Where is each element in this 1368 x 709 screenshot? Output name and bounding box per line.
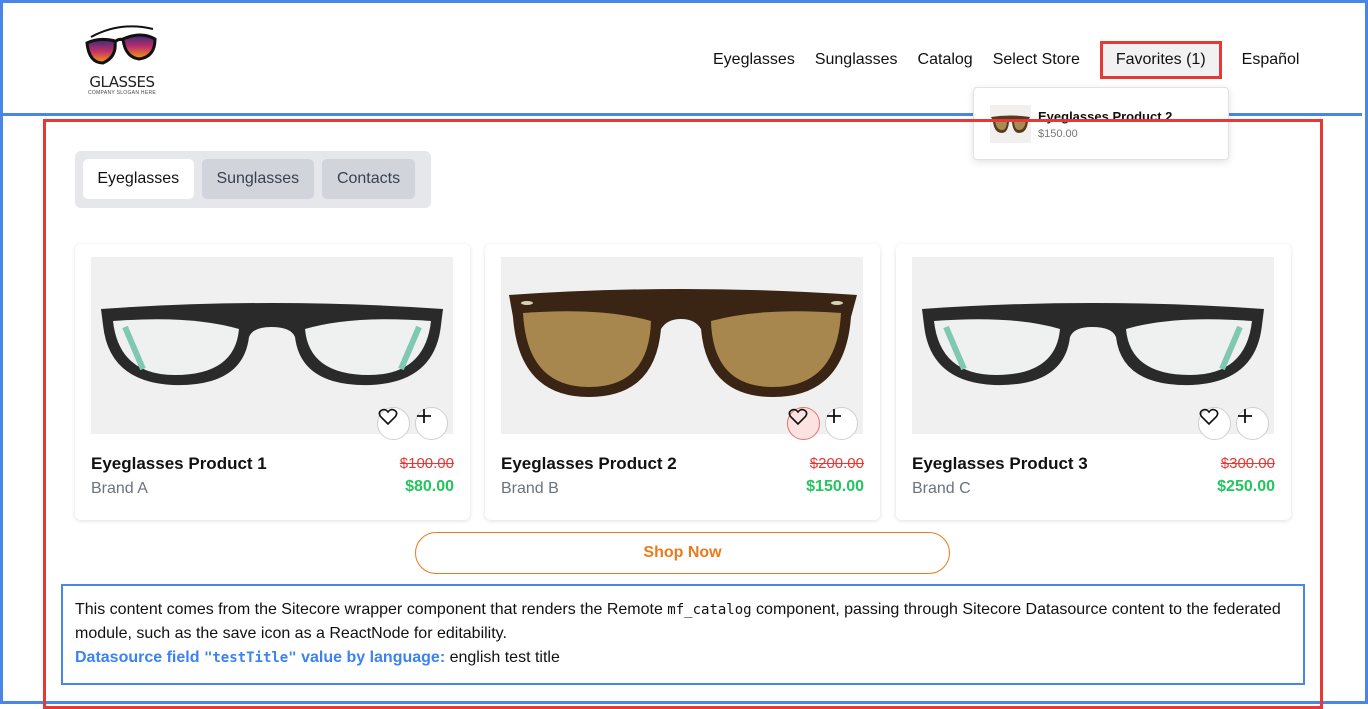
catalog-section: Eyeglasses Sunglasses Contacts Eyeglasse… bbox=[43, 119, 1323, 709]
datasource-label: Datasource field "testTitle" value by la… bbox=[75, 649, 445, 666]
product-title[interactable]: Eyeglasses Product 1 bbox=[91, 454, 267, 474]
product-old-price: $100.00 bbox=[399, 455, 454, 472]
category-tabs: Eyeglasses Sunglasses Contacts bbox=[75, 151, 431, 208]
product-price: $250.00 bbox=[1217, 478, 1275, 495]
product-card[interactable]: Eyeglasses Product 1 Brand A $100.00 $80… bbox=[75, 244, 470, 520]
info-text-before: This content comes from the Sitecore wra… bbox=[75, 601, 668, 618]
add-to-cart-button[interactable] bbox=[1236, 407, 1269, 440]
nav-sunglasses[interactable]: Sunglasses bbox=[815, 51, 898, 69]
product-image[interactable] bbox=[912, 257, 1274, 440]
product-brand: Brand C bbox=[912, 480, 971, 497]
logo-slogan: COMPANY SLOGAN HERE bbox=[87, 90, 157, 96]
nav-catalog[interactable]: Catalog bbox=[918, 51, 973, 69]
tab-eyeglasses[interactable]: Eyeglasses bbox=[83, 159, 194, 199]
product-image[interactable] bbox=[501, 257, 863, 440]
product-card[interactable]: Eyeglasses Product 3 Brand C $300.00 $25… bbox=[896, 244, 1291, 520]
nav-select-store[interactable]: Select Store bbox=[993, 51, 1080, 69]
product-brand: Brand A bbox=[91, 480, 148, 497]
product-title[interactable]: Eyeglasses Product 2 bbox=[501, 454, 677, 474]
heart-icon bbox=[1199, 408, 1219, 426]
plus-icon bbox=[1238, 409, 1252, 423]
shop-now-button[interactable]: Shop Now bbox=[415, 532, 950, 574]
datasource-label-before: Datasource field bbox=[75, 649, 204, 666]
plus-icon bbox=[827, 409, 841, 423]
product-price: $80.00 bbox=[405, 478, 454, 495]
product-brand: Brand B bbox=[501, 480, 559, 497]
favorites-button[interactable]: Favorites (1) bbox=[1099, 41, 1222, 79]
heart-icon bbox=[788, 408, 808, 426]
favorite-heart-button[interactable] bbox=[1198, 407, 1231, 440]
datasource-label-after: value by language: bbox=[296, 649, 446, 666]
heart-icon bbox=[378, 408, 398, 426]
language-switch[interactable]: Español bbox=[1242, 51, 1300, 69]
datasource-info-box: This content comes from the Sitecore wra… bbox=[61, 584, 1305, 685]
datasource-field-name: "testTitle" bbox=[203, 650, 297, 666]
logo[interactable]: GLASSES COMPANY SLOGAN HERE bbox=[81, 23, 163, 99]
plus-icon bbox=[417, 409, 431, 423]
add-to-cart-button[interactable] bbox=[415, 407, 448, 440]
favorite-heart-button[interactable] bbox=[377, 407, 410, 440]
main-nav: Eyeglasses Sunglasses Catalog Select Sto… bbox=[713, 41, 1319, 79]
add-to-cart-button[interactable] bbox=[825, 407, 858, 440]
product-old-price: $300.00 bbox=[1220, 455, 1275, 472]
product-old-price: $200.00 bbox=[809, 455, 864, 472]
info-code: mf_catalog bbox=[667, 602, 752, 618]
tab-sunglasses[interactable]: Sunglasses bbox=[201, 159, 315, 199]
sunglasses-logo-icon bbox=[85, 25, 157, 65]
nav-eyeglasses[interactable]: Eyeglasses bbox=[713, 51, 795, 69]
product-image[interactable] bbox=[91, 257, 453, 440]
product-card[interactable]: Eyeglasses Product 2 Brand B $200.00 $15… bbox=[485, 244, 880, 520]
product-price: $150.00 bbox=[806, 478, 864, 495]
logo-text: GLASSES bbox=[89, 73, 155, 91]
product-title[interactable]: Eyeglasses Product 3 bbox=[912, 454, 1088, 474]
datasource-value: english test title bbox=[445, 649, 560, 666]
favorite-heart-button[interactable] bbox=[787, 407, 820, 440]
tab-contacts[interactable]: Contacts bbox=[322, 159, 415, 199]
